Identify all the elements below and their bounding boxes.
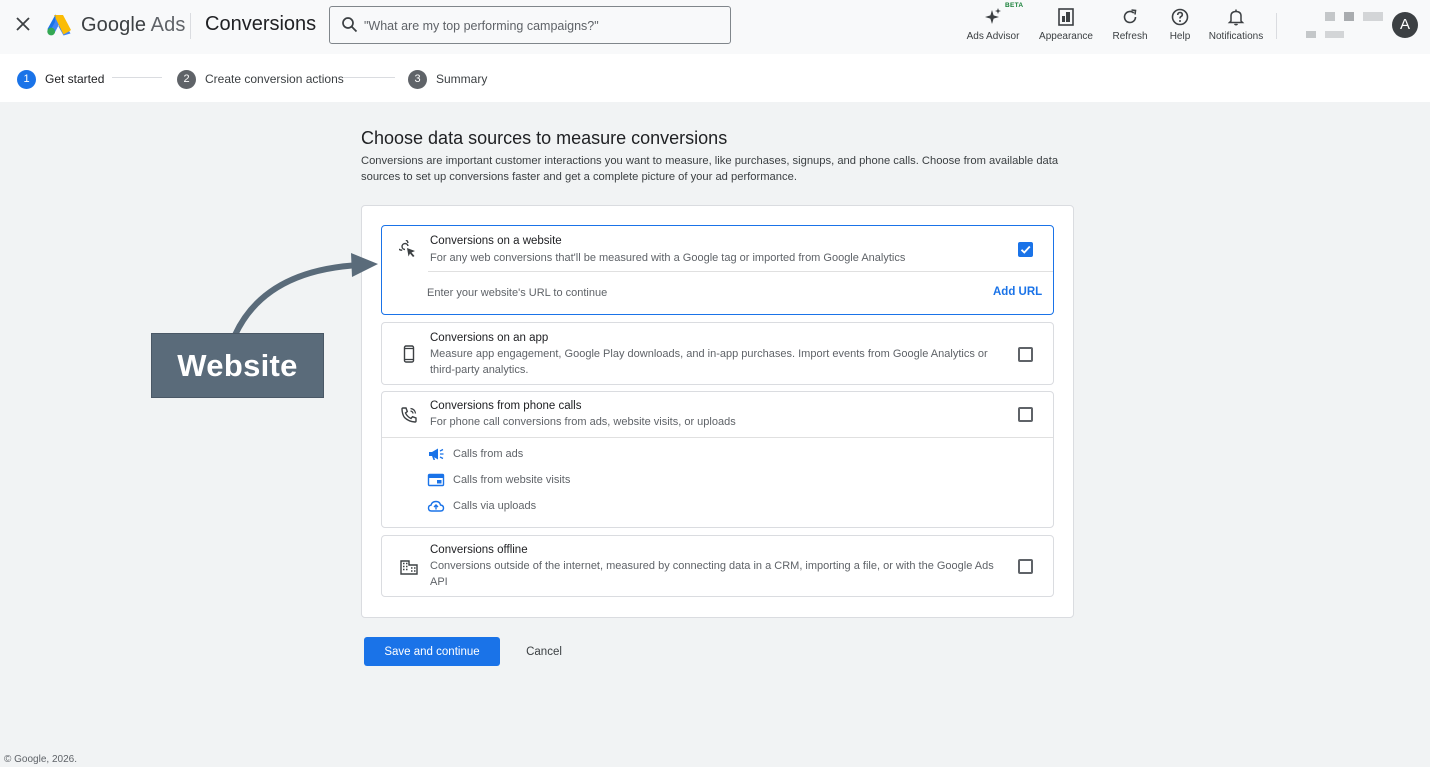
page-title: Conversions — [205, 13, 317, 35]
option-app[interactable]: Conversions on an app Measure app engage… — [381, 322, 1054, 385]
step-summary[interactable]: 3 Summary — [408, 69, 487, 89]
close-icon[interactable] — [14, 15, 32, 33]
phone-call-icon — [399, 405, 419, 430]
notifications-button[interactable]: Notifications — [1204, 4, 1268, 44]
option-title: Conversions on a website — [430, 235, 562, 247]
search-box[interactable] — [329, 6, 731, 44]
account-info-redacted — [1344, 12, 1354, 21]
step-label: Create conversion actions — [205, 72, 344, 86]
option-offline[interactable]: Conversions offline Conversions outside … — [381, 535, 1054, 597]
annotation-arrow-icon — [232, 253, 378, 337]
appearance-label: Appearance — [1039, 31, 1093, 42]
step-connector — [343, 77, 395, 78]
option-divider — [428, 271, 1053, 272]
option-title: Conversions offline — [430, 544, 528, 556]
help-icon — [1171, 8, 1189, 26]
add-url-button[interactable]: Add URL — [993, 286, 1042, 298]
cancel-button[interactable]: Cancel — [515, 637, 573, 666]
calls-from-website-visits-item: Calls from website visits — [427, 472, 570, 488]
step-create-conversion-actions[interactable]: 2 Create conversion actions — [177, 69, 344, 89]
website-checkbox[interactable] — [1018, 242, 1033, 257]
section-title: Choose data sources to measure conversio… — [361, 128, 728, 148]
sub-item-label: Calls from website visits — [453, 474, 571, 486]
ads-advisor-label: Ads Advisor — [966, 31, 1020, 42]
url-hint: Enter your website's URL to continue — [427, 287, 608, 299]
option-website[interactable]: Conversions on a website For any web con… — [381, 225, 1054, 315]
megaphone-icon — [429, 448, 444, 460]
app-checkbox[interactable] — [1018, 347, 1033, 362]
top-bar: Google Ads Conversions Ads Advisor BETA … — [0, 0, 1430, 54]
sub-item-label: Calls from ads — [453, 448, 524, 460]
step-label: Get started — [45, 72, 105, 86]
header-divider-right — [1276, 13, 1277, 39]
calls-from-ads-item: Calls from ads — [427, 446, 523, 462]
step-label: Summary — [436, 72, 488, 86]
google-ads-logo-icon — [46, 13, 72, 37]
appearance-icon — [1058, 8, 1074, 26]
option-subtitle: For any web conversions that'll be measu… — [430, 252, 906, 264]
option-divider — [382, 437, 1053, 438]
help-button[interactable]: Help — [1162, 4, 1198, 44]
help-label: Help — [1169, 31, 1191, 42]
callout-label: Website — [177, 348, 298, 383]
option-subtitle: Measure app engagement, Google Play down… — [430, 348, 988, 376]
beta-badge: BETA — [1005, 2, 1024, 9]
refresh-button[interactable]: Refresh — [1108, 4, 1152, 44]
calls-via-uploads-item: Calls via uploads — [427, 498, 536, 514]
phone-device-icon — [399, 344, 419, 369]
option-title: Conversions on an app — [430, 332, 549, 344]
avatar[interactable]: A — [1392, 12, 1418, 38]
offline-checkbox[interactable] — [1018, 559, 1033, 574]
step-number: 2 — [177, 69, 196, 89]
bell-icon — [1227, 9, 1245, 26]
notifications-label: Notifications — [1208, 31, 1264, 42]
click-cursor-icon — [395, 237, 419, 265]
stepper: 1 Get started 2 Create conversion action… — [0, 54, 1430, 102]
step-get-started[interactable]: 1 Get started — [17, 69, 104, 89]
search-input[interactable] — [364, 16, 714, 36]
option-phone-calls[interactable]: Conversions from phone calls For phone c… — [381, 391, 1054, 528]
option-subtitle: Conversions outside of the internet, mea… — [430, 560, 994, 588]
account-info-redacted — [1363, 12, 1383, 21]
phone-calls-checkbox[interactable] — [1018, 407, 1033, 422]
account-info-redacted — [1325, 31, 1344, 38]
step-connector — [112, 77, 162, 78]
section-description: Conversions are important customer inter… — [361, 155, 1059, 183]
website-callout: Website — [151, 333, 324, 398]
search-icon — [342, 17, 358, 33]
step-number: 1 — [17, 69, 36, 89]
save-and-continue-button[interactable]: Save and continue — [364, 637, 500, 666]
sparkle-icon — [985, 8, 1001, 24]
step-number: 3 — [408, 69, 427, 89]
browser-window-icon — [427, 473, 445, 487]
option-title: Conversions from phone calls — [430, 400, 582, 412]
cloud-upload-icon — [427, 500, 445, 512]
account-info-redacted — [1325, 12, 1335, 21]
ads-advisor-button[interactable]: Ads Advisor — [964, 4, 1022, 44]
refresh-label: Refresh — [1112, 31, 1148, 42]
account-info-redacted — [1306, 31, 1316, 38]
option-subtitle: For phone call conversions from ads, web… — [430, 416, 736, 428]
appearance-button[interactable]: Appearance — [1036, 4, 1096, 44]
footer-copyright: © Google, 2026. — [4, 754, 77, 765]
brand-name: Google Ads — [81, 14, 186, 36]
building-icon — [399, 557, 419, 582]
header-divider — [190, 13, 191, 39]
refresh-icon — [1123, 9, 1137, 24]
sub-item-label: Calls via uploads — [453, 500, 537, 512]
